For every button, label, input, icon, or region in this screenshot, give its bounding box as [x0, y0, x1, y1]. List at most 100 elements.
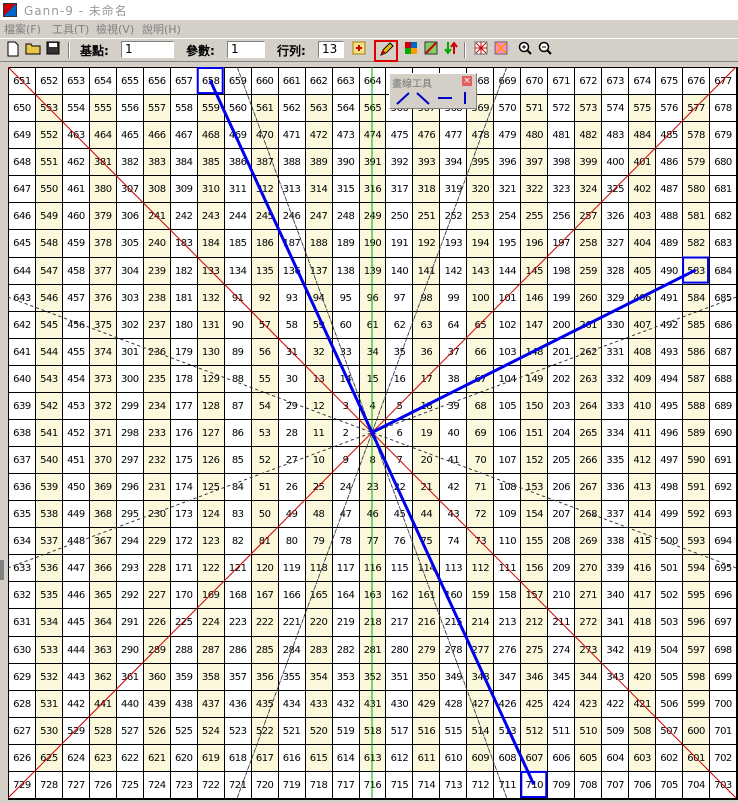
grid-cell[interactable]: 708 [575, 771, 603, 799]
grid-cell[interactable]: 297 [116, 447, 144, 475]
grid-cell[interactable]: 194 [467, 230, 495, 258]
grid-cell[interactable]: 505 [656, 663, 684, 691]
grid-cell[interactable]: 252 [440, 203, 468, 231]
grid-cell[interactable]: 323 [548, 176, 576, 204]
grid-cell[interactable]: 265 [575, 419, 603, 448]
grid-cell[interactable]: 79 [305, 528, 333, 556]
grid-cell[interactable]: 425 [521, 690, 549, 718]
grid-cell[interactable]: 671 [548, 68, 576, 96]
draw-tool-panel[interactable]: 畫線工具 × [389, 73, 477, 109]
grid-cell[interactable]: 165 [305, 582, 333, 610]
grid-cell[interactable]: 217 [386, 609, 414, 637]
grid-cell[interactable]: 109 [494, 501, 522, 529]
grid-cell[interactable]: 523 [224, 717, 252, 745]
grid-cell[interactable]: 16 [386, 365, 414, 393]
grid-cell[interactable]: 101 [494, 284, 522, 312]
grid-cell[interactable]: 215 [440, 609, 468, 637]
grid-cell[interactable]: 280 [386, 636, 414, 664]
grid-cell[interactable]: 607 [521, 744, 549, 772]
grid-cell[interactable]: 437 [197, 690, 225, 718]
grid-cell[interactable]: 375 [89, 311, 117, 339]
grid-cell[interactable]: 703 [710, 771, 737, 799]
grid-cell[interactable]: 145 [521, 257, 549, 285]
grid-cell[interactable]: 241 [143, 203, 171, 231]
gann-square-grid[interactable]: 651 652 653 654 655 656 657 658 659 660 661 662 663 6… [8, 67, 738, 800]
grid-cell[interactable]: 123 [197, 528, 225, 556]
grid-cell[interactable]: 396 [494, 149, 522, 177]
grid-cell[interactable]: 716 [359, 771, 387, 799]
grid-cell[interactable]: 717 [332, 771, 360, 799]
grid-cell[interactable]: 421 [629, 690, 657, 718]
grid-cell[interactable]: 142 [440, 257, 468, 285]
grid-cell[interactable]: 360 [143, 663, 171, 691]
grid-cell[interactable]: 200 [548, 311, 576, 339]
grid-cell[interactable]: 185 [224, 230, 252, 258]
grid-cell[interactable]: 335 [602, 447, 630, 475]
grid-cell[interactable]: 366 [89, 555, 117, 583]
grid-cell[interactable]: 511 [548, 717, 576, 745]
grid-cell[interactable]: 439 [143, 690, 171, 718]
grid-cell[interactable]: 508 [629, 717, 657, 745]
grid-cell[interactable]: 128 [197, 392, 225, 420]
grid-cell[interactable]: 495 [656, 392, 684, 420]
grid-cell[interactable]: 529 [62, 717, 90, 745]
grid-cell[interactable]: 195 [494, 230, 522, 258]
grid-cell[interactable]: 264 [575, 392, 603, 420]
grid-cell[interactable]: 516 [413, 717, 441, 745]
grid-cell[interactable]: 381 [89, 149, 117, 177]
grid-cell[interactable]: 725 [116, 771, 144, 799]
grid-cell[interactable]: 246 [278, 203, 306, 231]
grid-cell[interactable]: 97 [386, 284, 414, 312]
grid-cell[interactable]: 226 [143, 609, 171, 637]
grid-cell[interactable]: 15 [359, 365, 387, 393]
grid-cell[interactable]: 539 [35, 474, 63, 502]
grid-cell[interactable]: 242 [170, 203, 198, 231]
grid-cell[interactable]: 73 [467, 528, 495, 556]
grid-cell[interactable]: 357 [224, 663, 252, 691]
grid-cell[interactable]: 628 [9, 690, 36, 718]
grid-cell[interactable]: 261 [575, 311, 603, 339]
grid-cell[interactable]: 126 [197, 447, 225, 475]
grid-cell[interactable]: 45 [386, 501, 414, 529]
grid-cell[interactable]: 50 [251, 501, 279, 529]
grid-cell[interactable]: 279 [413, 636, 441, 664]
grid-cell[interactable]: 554 [62, 95, 90, 123]
grid-cell[interactable]: 151 [521, 419, 549, 448]
grid-cell[interactable]: 535 [35, 582, 63, 610]
grid-cell[interactable]: 351 [386, 663, 414, 691]
grid-cell[interactable]: 341 [602, 609, 630, 637]
grid-cell[interactable]: 457 [62, 284, 90, 312]
star-color-icon[interactable] [492, 41, 510, 59]
menu-help[interactable]: 說明(H) [142, 21, 181, 37]
clear-icon[interactable] [422, 41, 440, 59]
grid-cell[interactable]: 453 [62, 392, 90, 420]
grid-cell[interactable]: 558 [170, 95, 198, 123]
grid-cell[interactable]: 182 [170, 257, 198, 285]
grid-cell[interactable]: 497 [656, 447, 684, 475]
grid-cell[interactable]: 423 [575, 690, 603, 718]
grid-cell[interactable]: 489 [656, 230, 684, 258]
base-input[interactable]: 1 [121, 41, 174, 58]
grid-cell[interactable]: 333 [602, 392, 630, 420]
grid-cell[interactable]: 228 [143, 555, 171, 583]
grid-cell[interactable]: 658 [197, 68, 225, 96]
grid-cell[interactable]: 724 [143, 771, 171, 799]
grid-cell[interactable]: 587 [683, 365, 711, 393]
grid-cell[interactable]: 625 [35, 744, 63, 772]
grid-cell[interactable]: 282 [332, 636, 360, 664]
grid-cell[interactable]: 227 [143, 582, 171, 610]
grid-cell[interactable]: 231 [143, 474, 171, 502]
grid-cell[interactable]: 39 [440, 392, 468, 420]
grid-cell[interactable]: 113 [440, 555, 468, 583]
grid-cell[interactable]: 266 [575, 447, 603, 475]
grid-cell[interactable]: 690 [710, 419, 737, 448]
grid-cell[interactable]: 442 [62, 690, 90, 718]
grid-cell[interactable]: 581 [683, 203, 711, 231]
grid-cell[interactable]: 214 [467, 609, 495, 637]
grid-cell[interactable]: 7 [386, 447, 414, 475]
grid-cell[interactable]: 186 [251, 230, 279, 258]
grid-cell[interactable]: 105 [494, 392, 522, 420]
grid-cell[interactable]: 654 [89, 68, 117, 96]
grid-cell[interactable]: 660 [251, 68, 279, 96]
grid-cell[interactable]: 413 [629, 474, 657, 502]
